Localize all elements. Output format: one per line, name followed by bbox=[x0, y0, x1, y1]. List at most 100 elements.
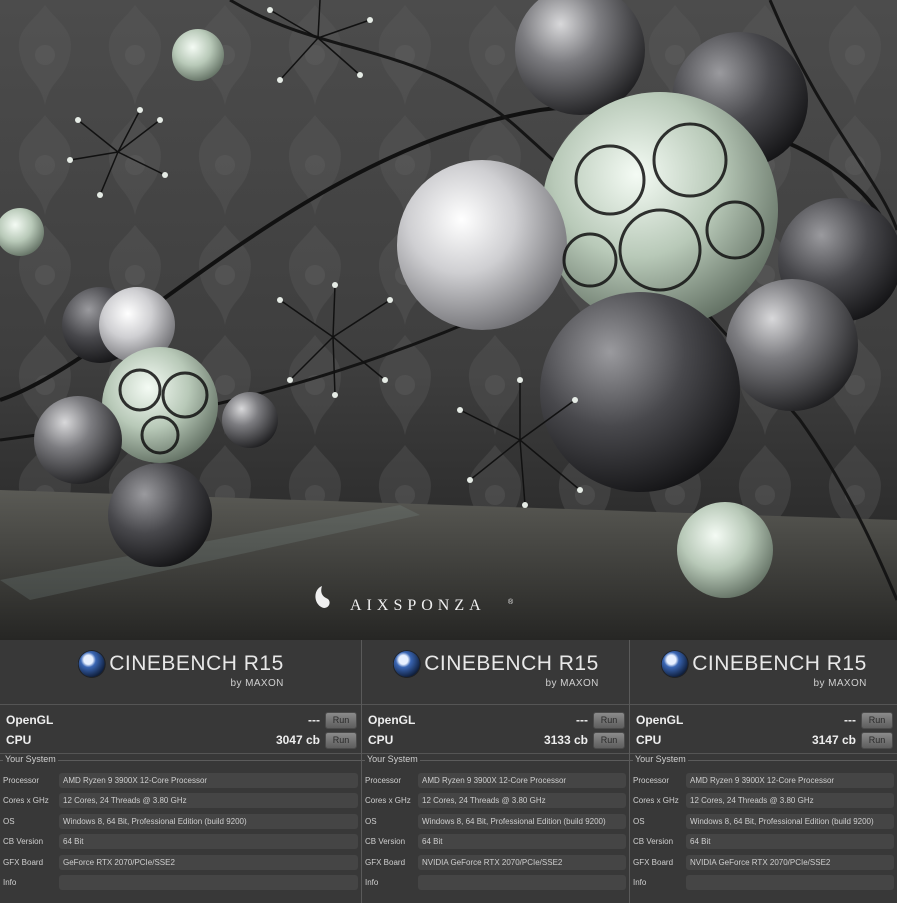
your-system-group: Your System Processor AMD Ryzen 9 3900X 1… bbox=[630, 754, 897, 894]
system-row-cores: Cores x GHz 12 Cores, 24 Threads @ 3.80 G… bbox=[0, 791, 361, 812]
cpu-run-button[interactable]: Run bbox=[593, 731, 625, 749]
cpu-label: CPU bbox=[636, 733, 662, 747]
scores-section: OpenGL --- Run CPU 3133 cb Run bbox=[362, 705, 629, 754]
system-row-os: OS Windows 8, 64 Bit, Professional Editio… bbox=[630, 811, 897, 832]
system-row-gfx: GFX Board GeForce RTX 2070/PCIe/SSE2 bbox=[0, 852, 361, 873]
render-preview: AIXSPONZA ® bbox=[0, 0, 897, 640]
system-value: 64 Bit bbox=[418, 834, 626, 850]
system-row-gfx: GFX Board NVIDIA GeForce RTX 2070/PCIe/SS… bbox=[362, 852, 629, 873]
your-system-title: Your System bbox=[3, 754, 58, 764]
cpu-row: CPU 3047 cb Run bbox=[0, 730, 361, 750]
cpu-score: 3047 cb bbox=[275, 733, 320, 747]
brand-byline: by MAXON bbox=[813, 678, 867, 689]
cpu-row: CPU 3133 cb Run bbox=[362, 730, 629, 750]
system-value: Windows 8, 64 Bit, Professional Edition … bbox=[418, 813, 626, 829]
cinebench-panel-1: CINEBENCH R15 by MAXON OpenGL --- Run CP… bbox=[0, 640, 361, 903]
your-system-title: Your System bbox=[633, 754, 688, 764]
system-row-gfx: GFX Board NVIDIA GeForce RTX 2070/PCIe/SS… bbox=[630, 852, 897, 873]
system-key: Processor bbox=[365, 775, 402, 785]
cpu-label: CPU bbox=[368, 733, 394, 747]
cinebench-brand: CINEBENCH R15 by MAXON bbox=[77, 650, 284, 689]
results-panels: CINEBENCH R15 by MAXON OpenGL --- Run CP… bbox=[0, 640, 897, 903]
system-key: Cores x GHz bbox=[3, 796, 49, 806]
system-row-info: Info bbox=[362, 873, 629, 894]
system-row-cb-version: CB Version 64 Bit bbox=[630, 832, 897, 853]
system-row-processor: Processor AMD Ryzen 9 3900X 12-Core Proce… bbox=[362, 770, 629, 791]
opengl-run-button[interactable]: Run bbox=[325, 711, 357, 729]
system-row-cores: Cores x GHz 12 Cores, 24 Threads @ 3.80 G… bbox=[362, 791, 629, 812]
cpu-label: CPU bbox=[6, 733, 32, 747]
system-value: 64 Bit bbox=[686, 834, 894, 850]
opengl-row: OpenGL --- Run bbox=[0, 710, 361, 730]
system-key: GFX Board bbox=[3, 857, 44, 867]
watermark-text: AIXSPONZA bbox=[350, 597, 486, 614]
your-system-group: Your System Processor AMD Ryzen 9 3900X 1… bbox=[362, 754, 629, 894]
system-value: GeForce RTX 2070/PCIe/SSE2 bbox=[59, 854, 358, 870]
system-row-os: OS Windows 8, 64 Bit, Professional Editio… bbox=[362, 811, 629, 832]
opengl-label: OpenGL bbox=[636, 713, 684, 727]
system-row-cb-version: CB Version 64 Bit bbox=[0, 832, 361, 853]
cinebench-logo-icon bbox=[392, 650, 421, 678]
system-key: GFX Board bbox=[365, 857, 406, 867]
system-row-os: OS Windows 8, 64 Bit, Professional Editio… bbox=[0, 811, 361, 832]
opengl-label: OpenGL bbox=[6, 713, 54, 727]
brand-byline: by MAXON bbox=[230, 678, 284, 689]
cpu-row: CPU 3147 cb Run bbox=[630, 730, 897, 750]
opengl-run-button[interactable]: Run bbox=[861, 711, 893, 729]
opengl-score: --- bbox=[308, 713, 320, 727]
panel-header: CINEBENCH R15 by MAXON bbox=[0, 640, 361, 705]
info-field[interactable] bbox=[418, 875, 626, 891]
system-key: Info bbox=[365, 878, 379, 888]
system-key: OS bbox=[365, 816, 377, 826]
brand-title: CINEBENCH R15 bbox=[109, 652, 284, 675]
system-key: CB Version bbox=[3, 837, 44, 847]
system-value: NVIDIA GeForce RTX 2070/PCIe/SSE2 bbox=[686, 854, 894, 870]
cinebench-panel-3: CINEBENCH R15 by MAXON OpenGL --- Run CP… bbox=[629, 640, 897, 903]
cinebench-brand: CINEBENCH R15 by MAXON bbox=[392, 650, 599, 689]
cinebench-brand: CINEBENCH R15 by MAXON bbox=[660, 650, 867, 689]
system-key: Cores x GHz bbox=[633, 796, 679, 806]
opengl-label: OpenGL bbox=[368, 713, 416, 727]
system-value: NVIDIA GeForce RTX 2070/PCIe/SSE2 bbox=[418, 854, 626, 870]
system-key: Cores x GHz bbox=[365, 796, 411, 806]
your-system-title: Your System bbox=[365, 754, 420, 764]
cpu-score: 3133 cb bbox=[543, 733, 588, 747]
panel-header: CINEBENCH R15 by MAXON bbox=[362, 640, 629, 705]
system-value: AMD Ryzen 9 3900X 12-Core Processor bbox=[418, 772, 626, 788]
system-row-processor: Processor AMD Ryzen 9 3900X 12-Core Proce… bbox=[630, 770, 897, 791]
cinebench-logo-icon bbox=[660, 650, 689, 678]
system-row-cores: Cores x GHz 12 Cores, 24 Threads @ 3.80 G… bbox=[630, 791, 897, 812]
cinebench-panel-2: CINEBENCH R15 by MAXON OpenGL --- Run CP… bbox=[361, 640, 629, 903]
system-row-info: Info bbox=[630, 873, 897, 894]
cpu-score: 3147 cb bbox=[811, 733, 856, 747]
brand-byline: by MAXON bbox=[545, 678, 599, 689]
brand-title: CINEBENCH R15 bbox=[424, 652, 599, 675]
system-key: CB Version bbox=[365, 837, 406, 847]
opengl-run-button[interactable]: Run bbox=[593, 711, 625, 729]
cpu-run-button[interactable]: Run bbox=[861, 731, 893, 749]
opengl-row: OpenGL --- Run bbox=[362, 710, 629, 730]
system-key: OS bbox=[633, 816, 645, 826]
system-key: Processor bbox=[633, 775, 670, 785]
opengl-row: OpenGL --- Run bbox=[630, 710, 897, 730]
system-key: GFX Board bbox=[633, 857, 674, 867]
system-value: Windows 8, 64 Bit, Professional Edition … bbox=[686, 813, 894, 829]
scores-section: OpenGL --- Run CPU 3147 cb Run bbox=[630, 705, 897, 754]
system-value: 12 Cores, 24 Threads @ 3.80 GHz bbox=[59, 793, 358, 809]
render-scene: AIXSPONZA ® bbox=[0, 0, 897, 640]
info-field[interactable] bbox=[59, 875, 358, 891]
watermark-registered: ® bbox=[508, 598, 514, 606]
brand-title: CINEBENCH R15 bbox=[692, 652, 867, 675]
system-key: OS bbox=[3, 816, 15, 826]
system-key: Processor bbox=[3, 775, 40, 785]
system-value: 64 Bit bbox=[59, 834, 358, 850]
system-row-cb-version: CB Version 64 Bit bbox=[362, 832, 629, 853]
system-value: Windows 8, 64 Bit, Professional Edition … bbox=[59, 813, 358, 829]
system-value: AMD Ryzen 9 3900X 12-Core Processor bbox=[59, 772, 358, 788]
system-key: Info bbox=[633, 878, 647, 888]
info-field[interactable] bbox=[686, 875, 894, 891]
system-value: 12 Cores, 24 Threads @ 3.80 GHz bbox=[686, 793, 894, 809]
cinebench-logo-icon bbox=[77, 650, 106, 678]
system-value: 12 Cores, 24 Threads @ 3.80 GHz bbox=[418, 793, 626, 809]
cpu-run-button[interactable]: Run bbox=[325, 731, 357, 749]
